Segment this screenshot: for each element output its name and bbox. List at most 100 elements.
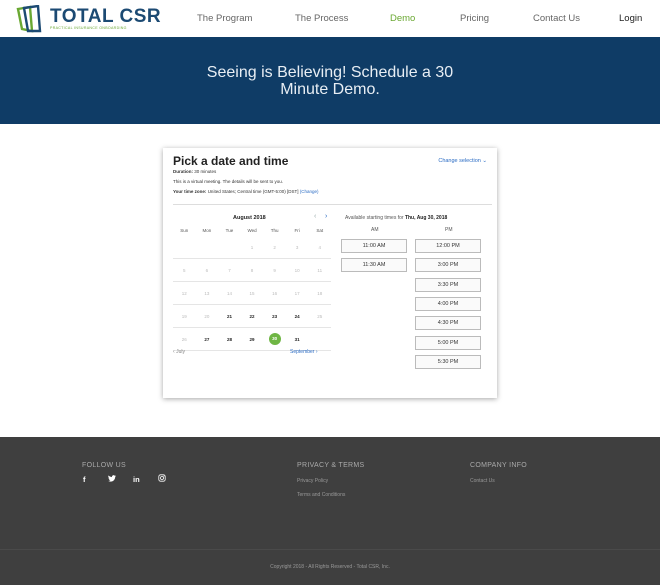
scheduler-title: Pick a date and time <box>173 154 289 168</box>
divider <box>173 204 492 205</box>
nav-demo[interactable]: Demo <box>390 13 415 24</box>
main-nav: The Program The Process Demo Pricing Con… <box>0 0 660 37</box>
chevron-left-icon: ‹ <box>173 349 175 355</box>
timezone-label: Your time zone: <box>173 189 207 194</box>
weekday-label: Sat <box>316 228 324 233</box>
footer-divider <box>0 549 660 550</box>
footer-contact-us-link[interactable]: Contact Us <box>470 478 495 484</box>
hero-banner: Seeing is Believing! Schedule a 30 Minut… <box>0 37 660 124</box>
calendar-week-row: 26 27 28 29 30 31 <box>173 328 331 351</box>
calendar-day: 15 <box>249 290 255 296</box>
calendar-day: 13 <box>204 290 210 296</box>
linkedin-icon[interactable]: in <box>133 475 140 484</box>
nav-the-process[interactable]: The Process <box>295 13 348 24</box>
calendar-day[interactable]: 29 <box>241 337 264 342</box>
calendar-day[interactable]: 31 <box>286 337 309 342</box>
privacy-terms-heading: PRIVACY & TERMS <box>297 462 365 469</box>
calendar-day[interactable]: 21 <box>218 314 241 319</box>
duration-value: 30 minutes <box>194 169 217 174</box>
facebook-icon[interactable]: f <box>83 475 86 484</box>
timezone-change-link[interactable]: (Change) <box>300 189 319 194</box>
calendar-day: 25 <box>317 313 323 319</box>
calendar-day: 14 <box>226 290 232 296</box>
calendar-day: 18 <box>317 290 323 296</box>
site-header: TOTAL CSR PRACTICAL INSURANCE ONBOARDING… <box>0 0 660 37</box>
next-month-link[interactable]: September › <box>290 349 318 355</box>
calendar-day: 10 <box>294 267 300 273</box>
calendar-day[interactable]: 27 <box>196 337 219 342</box>
nav-the-program[interactable]: The Program <box>197 13 252 24</box>
available-prefix: Available starting times for <box>345 215 404 221</box>
calendar-day[interactable]: 22 <box>241 314 264 319</box>
time-slot-button[interactable]: 5:00 PM <box>415 335 481 350</box>
calendar-day[interactable]: 24 <box>286 314 309 319</box>
calendar-day: 3 <box>295 244 299 250</box>
weekday-label: Sun <box>180 228 189 233</box>
twitter-icon[interactable] <box>108 475 116 484</box>
calendar-day: 2 <box>273 244 276 250</box>
prev-month-arrow-icon[interactable]: ‹ <box>314 213 316 220</box>
pm-column-label: PM <box>445 227 453 233</box>
chevron-right-icon: › <box>315 349 318 355</box>
calendar-day: 11 <box>317 267 323 273</box>
calendar-day: 5 <box>183 267 186 273</box>
hero-title-line-1: Seeing is Believing! Schedule a 30 <box>206 64 454 81</box>
calendar-week-row: 19 20 21 22 23 24 25 <box>173 305 331 328</box>
time-slot-button[interactable]: 3:00 PM <box>415 258 481 273</box>
calendar-day: 7 <box>228 267 231 273</box>
time-slot-button[interactable]: 4:30 PM <box>415 316 481 331</box>
weekday-label: Fri <box>294 228 300 233</box>
privacy-policy-link[interactable]: Privacy Policy <box>297 478 328 484</box>
available-times-title: Available starting times for Thu, Aug 30… <box>345 215 447 221</box>
timezone-line: Your time zone: United States; Central t… <box>173 189 319 194</box>
prev-month-link[interactable]: ‹ July <box>173 349 185 355</box>
time-slot-button[interactable]: 3:30 PM <box>415 277 481 292</box>
weekday-header: Sun Mon Tue Wed Thu Fri Sat <box>173 228 331 233</box>
time-slot-button[interactable]: 5:30 PM <box>415 354 481 369</box>
calendar-day: 17 <box>294 290 300 296</box>
next-month-arrow-icon[interactable]: › <box>325 213 327 220</box>
weekday-label: Thu <box>270 228 279 233</box>
company-info-heading: COMPANY INFO <box>470 462 528 469</box>
weekday-label: Wed <box>247 228 257 233</box>
calendar-day: 4 <box>318 244 322 250</box>
calendar-day: 9 <box>273 267 276 273</box>
calendar-week-row: 1 2 3 4 <box>173 236 331 259</box>
virtual-meeting-note: This is a virtual meeting. The details w… <box>173 179 283 184</box>
month-title: August 2018 <box>233 215 266 221</box>
timezone-value: United States; Central time (GMT-5:00) [… <box>207 189 299 194</box>
calendar-day: 1 <box>250 244 254 250</box>
time-slot-button[interactable]: 11:00 AM <box>341 239 407 253</box>
calendar-week-row: 5 6 7 8 9 10 11 <box>173 259 331 282</box>
calendar-day: 26 <box>181 336 187 342</box>
weekday-label: Tue <box>225 228 234 233</box>
follow-us-heading: FOLLOW US <box>82 462 126 469</box>
calendar-week-row: 12 13 14 15 16 17 18 <box>173 282 331 305</box>
calendar-day: 8 <box>250 267 254 273</box>
duration-label: Duration: <box>173 169 193 174</box>
nav-pricing[interactable]: Pricing <box>460 13 489 24</box>
calendar-day: 12 <box>181 290 187 296</box>
change-selection-link[interactable]: Change selection ⌄ <box>438 158 487 164</box>
available-date: Thu, Aug 30, 2018 <box>404 215 448 221</box>
scheduler-widget: Pick a date and time Change selection ⌄ … <box>163 148 497 398</box>
calendar-day[interactable]: 23 <box>263 314 286 319</box>
nav-contact-us[interactable]: Contact Us <box>533 13 580 24</box>
calendar-day: 19 <box>181 313 187 319</box>
hero-title-line-2: Minute Demo. <box>280 81 380 98</box>
copyright-text: Copyright 2018 - All Rights Reserved - T… <box>270 564 390 570</box>
calendar-day: 6 <box>205 267 209 273</box>
nav-login[interactable]: Login <box>619 13 642 24</box>
time-slot-button[interactable]: 12:00 PM <box>415 239 481 253</box>
calendar-grid: 1 2 3 4 5 6 7 8 9 10 11 12 13 14 15 16 17 18 19 20 21 22 23 24 2… <box>173 236 331 351</box>
time-slot-button[interactable]: 4:00 PM <box>415 296 481 311</box>
calendar-day-selected[interactable]: 30 <box>263 333 286 345</box>
am-column-label: AM <box>371 227 379 233</box>
next-month-label: September <box>290 349 315 355</box>
hero-title: Seeing is Believing! Schedule a 30 Minut… <box>150 64 510 98</box>
calendar-day[interactable]: 28 <box>218 337 241 342</box>
calendar-day: 20 <box>204 313 210 319</box>
instagram-icon[interactable] <box>158 474 166 484</box>
time-slot-button[interactable]: 11:30 AM <box>341 258 407 273</box>
terms-link[interactable]: Terms and Conditions <box>297 492 345 498</box>
